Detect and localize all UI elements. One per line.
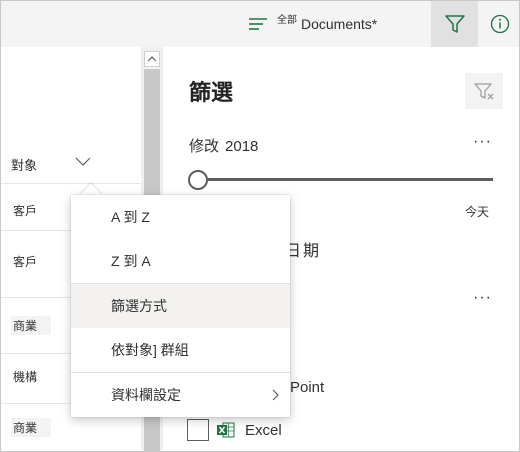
cell-value: 機構 (13, 370, 38, 384)
chevron-down-icon[interactable] (75, 157, 91, 167)
menu-item-sort-a-z[interactable]: A 到 Z (71, 195, 290, 239)
cell-value: 商業 (11, 316, 52, 335)
cell-value: 商業 (11, 418, 52, 437)
chevron-up-icon (147, 56, 157, 62)
filter-option-excel[interactable]: Excel (187, 419, 282, 441)
date-slider-track[interactable] (197, 178, 493, 181)
menu-item-filter-by[interactable]: 篩選方式 (71, 284, 290, 328)
view-selector[interactable]: 全部 Documents* (249, 9, 377, 39)
more-options-icon[interactable]: ··· (473, 289, 492, 307)
excel-checkbox[interactable] (187, 419, 209, 441)
filter-icon (444, 15, 465, 33)
panel-title: 篩選 (189, 80, 234, 105)
slider-end-label: 今天 (465, 205, 490, 219)
modified-section-title: 修改 2018 (189, 135, 264, 156)
view-all-label: 全部 (277, 14, 297, 26)
partial-date-label: 日期 (285, 243, 322, 260)
app-frame: 全部 Documents* 對象 客戶 客戶 商業 機構 商業 篩選 修改 20… (0, 0, 520, 452)
cell-value: 客戶 (13, 204, 38, 218)
column-context-menu: A 到 Z Z 到 A 篩選方式 依對象] 群組 資料欄設定 (71, 195, 290, 417)
date-slider-handle[interactable] (188, 170, 208, 190)
view-lines-icon (249, 18, 267, 30)
scroll-up-button[interactable] (144, 51, 160, 67)
view-name: Documents* (301, 16, 378, 32)
command-bar: 全部 Documents* (1, 1, 519, 47)
chevron-right-icon (272, 389, 279, 401)
section-year: 2018 (225, 138, 259, 155)
cell-value: 客戶 (13, 255, 38, 269)
partial-powerpoint-label: rPoint (285, 379, 325, 396)
menu-item-column-settings[interactable]: 資料欄設定 (71, 373, 290, 417)
clear-filter-button[interactable] (465, 73, 503, 109)
column-header-target[interactable]: 對象 (11, 155, 37, 174)
menu-item-sort-z-a[interactable]: Z 到 A (71, 239, 290, 283)
section-label: 修改 (189, 138, 220, 155)
info-icon (490, 14, 510, 34)
menu-item-label: 資料欄設定 (111, 387, 181, 403)
clear-filter-icon (474, 83, 494, 100)
info-button[interactable] (487, 11, 513, 37)
excel-icon (217, 422, 235, 438)
excel-label: Excel (245, 421, 282, 439)
menu-item-group-by[interactable]: 依對象] 群組 (71, 328, 290, 372)
more-options-icon[interactable]: ··· (473, 133, 492, 151)
filter-pane-button[interactable] (431, 1, 478, 47)
